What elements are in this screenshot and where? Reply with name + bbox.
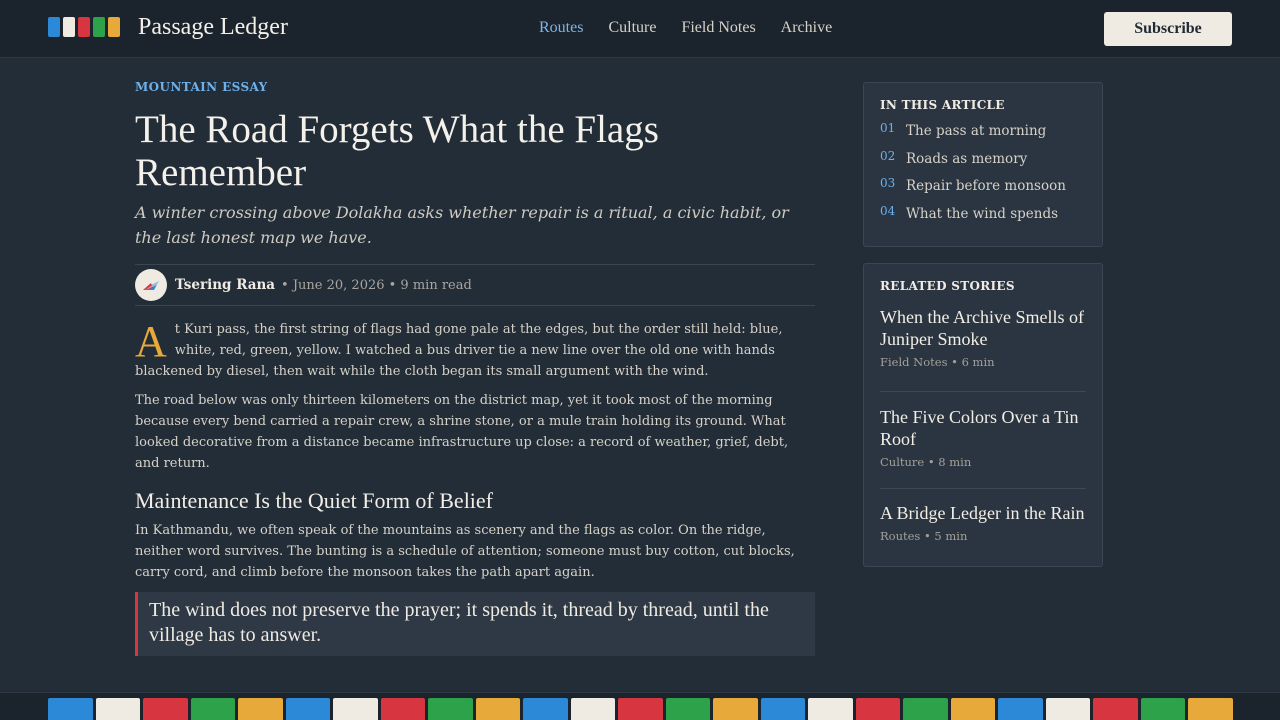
- toc-number: 04: [880, 203, 896, 218]
- related-story-meta: Routes • 5 min: [880, 529, 968, 543]
- main-nav: Routes Culture Field Notes Archive: [539, 19, 857, 37]
- article-meta: • June 20, 2026 • 9 min read: [281, 277, 472, 293]
- nav-item-routes[interactable]: Routes: [539, 19, 583, 37]
- prayer-flag-row: [48, 698, 1233, 720]
- prayer-flag-swatch: [380, 698, 425, 720]
- related-title: RELATED STORIES: [880, 279, 1015, 293]
- article-title: The Road Forgets What the Flags Remember: [135, 108, 659, 194]
- prayer-flag-swatch: [618, 698, 663, 720]
- prayer-flag-swatch: [143, 698, 188, 720]
- prayer-flag-swatch: [1093, 698, 1138, 720]
- avatar[interactable]: [135, 269, 167, 301]
- prayer-flag-swatch: [95, 698, 140, 720]
- flag-blue: [48, 17, 60, 37]
- toc-label: The pass at morning: [906, 123, 1047, 139]
- prayer-flag-swatch: [475, 698, 520, 720]
- prayer-flag-swatch: [665, 698, 710, 720]
- prayer-flag-swatch: [950, 698, 995, 720]
- author-flag-icon: [143, 281, 159, 290]
- related-stories: RELATED STORIES When the Archive Smells …: [863, 263, 1103, 567]
- nav-item-field-notes[interactable]: Field Notes: [681, 19, 755, 37]
- flag-red: [78, 17, 90, 37]
- related-story-meta: Field Notes • 6 min: [880, 355, 995, 369]
- prayer-flag-swatch: [238, 698, 283, 720]
- related-story-meta: Culture • 8 min: [880, 455, 972, 469]
- toc-list: 01 The pass at morning 02 Roads as memor…: [880, 119, 1086, 229]
- article: MOUNTAIN ESSAY The Road Forgets What the…: [135, 78, 815, 656]
- brand-name[interactable]: Passage Ledger: [138, 14, 288, 41]
- flag-white: [63, 17, 75, 37]
- toc-number: 03: [880, 176, 896, 190]
- flag-green: [93, 17, 105, 37]
- footer-flag-stripe: [0, 692, 1280, 720]
- related-story-title[interactable]: A Bridge Ledger in the Rain: [880, 502, 1086, 524]
- section-heading: Maintenance Is the Quiet Form of Belief: [135, 488, 494, 513]
- nav-item-culture[interactable]: Culture: [608, 19, 656, 37]
- drop-cap: A: [135, 317, 167, 366]
- toc-label: Repair before monsoon: [906, 178, 1066, 194]
- prayer-flag-swatch: [190, 698, 235, 720]
- toc-item[interactable]: 02 Roads as memory: [880, 147, 1086, 175]
- lead-paragraph: At Kuri pass, the first string of flags …: [135, 319, 815, 382]
- author-name[interactable]: Tsering Rana: [175, 277, 275, 293]
- related-story-title[interactable]: The Five Colors Over a Tin Roof: [880, 406, 1086, 450]
- table-of-contents: IN THIS ARTICLE 01 The pass at morning 0…: [863, 82, 1103, 247]
- article-kicker[interactable]: MOUNTAIN ESSAY: [135, 78, 815, 96]
- article-dek: A winter crossing above Dolakha asks whe…: [135, 203, 789, 247]
- toc-item[interactable]: 03 Repair before monsoon: [880, 174, 1086, 202]
- prayer-flag-swatch: [855, 698, 900, 720]
- nav-item-archive[interactable]: Archive: [781, 19, 833, 37]
- toc-item[interactable]: 04 What the wind spends: [880, 202, 1086, 230]
- prayer-flag-swatch: [998, 698, 1043, 720]
- toc-number: 01: [880, 121, 896, 135]
- pull-quote: The wind does not preserve the prayer; i…: [135, 592, 815, 656]
- lead-text: t Kuri pass, the first string of flags h…: [135, 322, 783, 379]
- prayer-flag-swatch: [1188, 698, 1233, 720]
- body-paragraph: In Kathmandu, we often speak of the moun…: [135, 523, 795, 580]
- logo-flags-icon[interactable]: [48, 17, 120, 37]
- prayer-flag-swatch: [1045, 698, 1090, 720]
- top-navigation-bar: Passage Ledger Routes Culture Field Note…: [0, 0, 1280, 58]
- toc-label: Roads as memory: [906, 150, 1028, 167]
- body-paragraph: The road below was only thirteen kilomet…: [135, 393, 789, 471]
- toc-item[interactable]: 01 The pass at morning: [880, 119, 1086, 147]
- prayer-flag-swatch: [903, 698, 948, 720]
- prayer-flag-swatch: [570, 698, 615, 720]
- related-story[interactable]: The Five Colors Over a Tin Roof Culture …: [880, 392, 1086, 489]
- related-story[interactable]: A Bridge Ledger in the Rain Routes • 5 m…: [880, 489, 1086, 543]
- subscribe-button[interactable]: Subscribe: [1104, 12, 1232, 46]
- toc-number: 02: [880, 148, 896, 163]
- prayer-flag-swatch: [523, 698, 568, 720]
- related-story-title[interactable]: When the Archive Smells of Juniper Smoke: [880, 306, 1086, 350]
- related-story[interactable]: When the Archive Smells of Juniper Smoke…: [880, 306, 1086, 392]
- prayer-flag-swatch: [333, 698, 378, 720]
- prayer-flag-swatch: [760, 698, 805, 720]
- prayer-flag-swatch: [428, 698, 473, 720]
- toc-title: IN THIS ARTICLE: [880, 98, 1005, 112]
- flag-yellow: [108, 17, 120, 37]
- prayer-flag-swatch: [48, 698, 93, 720]
- byline: Tsering Rana • June 20, 2026 • 9 min rea…: [135, 264, 815, 306]
- prayer-flag-swatch: [1140, 698, 1185, 720]
- toc-label: What the wind spends: [906, 205, 1059, 222]
- prayer-flag-swatch: [285, 698, 330, 720]
- prayer-flag-swatch: [808, 698, 853, 720]
- prayer-flag-swatch: [713, 698, 758, 720]
- article-body: At Kuri pass, the first string of flags …: [135, 319, 815, 656]
